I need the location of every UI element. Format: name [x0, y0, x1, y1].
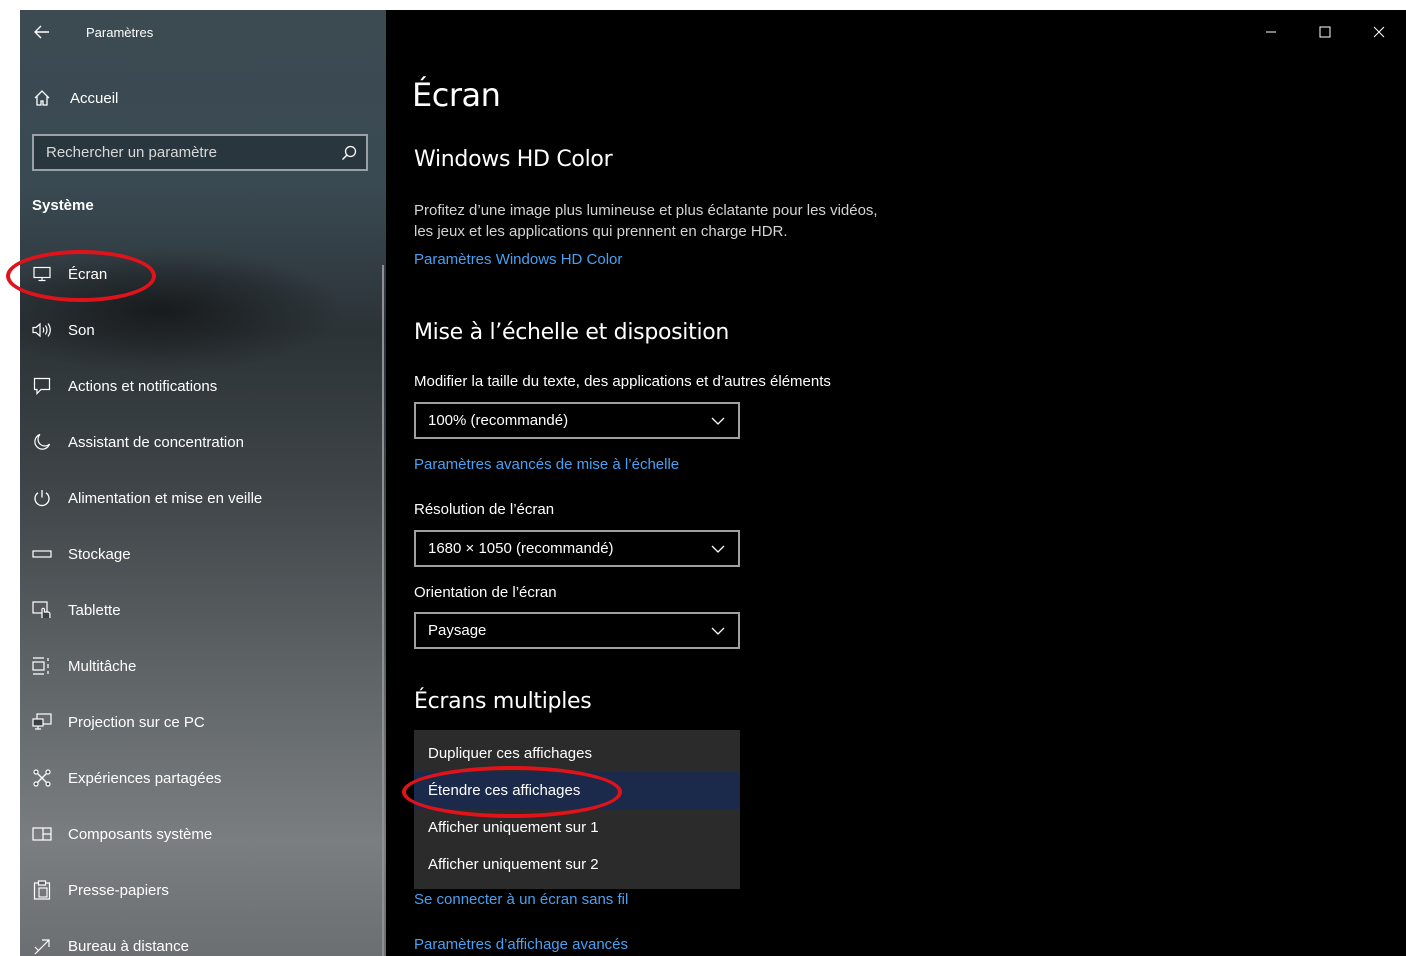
section-heading-scale: Mise à l’échelle et disposition — [414, 320, 730, 345]
sidebar-item-home[interactable]: Accueil — [20, 78, 386, 118]
window-controls — [1244, 10, 1406, 54]
chevron-down-icon — [710, 541, 726, 557]
sidebar-item-label: Expériences partagées — [68, 769, 222, 787]
orientation-dropdown-value: Paysage — [428, 622, 487, 639]
hd-color-description-line: les jeux et les applications qui prennen… — [414, 223, 788, 240]
main-content: Écran Windows HD Color Profitez d’une im… — [386, 10, 1406, 956]
speaker-icon — [20, 322, 64, 338]
projection-icon — [20, 713, 64, 731]
sidebar-item-sound[interactable]: Son — [20, 302, 386, 358]
moon-icon — [20, 433, 64, 451]
maximize-button[interactable] — [1298, 10, 1352, 54]
sidebar-item-clipboard[interactable]: Presse-papiers — [20, 862, 386, 918]
sidebar-item-label: Multitâche — [68, 657, 137, 675]
sidebar-scrollbar[interactable] — [382, 265, 384, 956]
maximize-icon — [1319, 26, 1331, 38]
chevron-down-icon — [710, 413, 726, 429]
minimize-button[interactable] — [1244, 10, 1298, 54]
close-icon — [1373, 26, 1385, 38]
arrow-left-icon — [34, 25, 49, 39]
storage-icon — [20, 549, 64, 559]
sidebar: Paramètres Accueil Système Écran — [20, 10, 386, 956]
multiple-displays-dropdown-list: Dupliquer ces affichages Étendre ces aff… — [414, 730, 740, 889]
hd-color-description-line: Profitez d’une image plus lumineuse et p… — [414, 202, 878, 219]
sidebar-item-notifications[interactable]: Actions et notifications — [20, 358, 386, 414]
page-title: Écran — [412, 76, 501, 114]
scale-dropdown-value: 100% (recommandé) — [428, 412, 569, 429]
resolution-dropdown-value: 1680 × 1050 (recommandé) — [428, 540, 614, 557]
sidebar-item-shared-experiences[interactable]: Expériences partagées — [20, 750, 386, 806]
section-heading-hd-color: Windows HD Color — [414, 147, 613, 172]
multitask-icon — [20, 657, 64, 675]
option-show-only-1[interactable]: Afficher uniquement sur 1 — [414, 809, 740, 846]
power-icon — [20, 489, 64, 507]
sidebar-item-label: Alimentation et mise en veille — [68, 489, 263, 507]
section-heading-multiple-displays: Écrans multiples — [414, 689, 592, 714]
scale-dropdown[interactable]: 100% (recommandé) — [414, 402, 740, 439]
tablet-icon — [20, 601, 64, 619]
sidebar-item-label: Presse-papiers — [68, 881, 169, 899]
app-title: Paramètres — [86, 24, 154, 40]
sidebar-item-remote-desktop[interactable]: Bureau à distance — [20, 918, 386, 956]
hd-color-settings-link[interactable]: Paramètres Windows HD Color — [414, 251, 622, 268]
monitor-icon — [20, 266, 64, 282]
nav-list: Écran Son Actions et notifications Assis… — [20, 246, 386, 956]
sidebar-item-label: Composants système — [68, 825, 213, 843]
sidebar-item-label: Bureau à distance — [68, 937, 189, 955]
option-duplicate[interactable]: Dupliquer ces affichages — [414, 735, 740, 772]
home-icon — [20, 89, 64, 107]
sidebar-item-storage[interactable]: Stockage — [20, 526, 386, 582]
advanced-scaling-link[interactable]: Paramètres avancés de mise à l’échelle — [414, 456, 679, 473]
clipboard-icon — [20, 880, 64, 900]
sidebar-item-label: Écran — [68, 265, 108, 283]
sidebar-item-label: Projection sur ce PC — [68, 713, 205, 731]
remote-desktop-icon — [20, 937, 64, 955]
chevron-down-icon — [710, 623, 726, 639]
sidebar-item-multitasking[interactable]: Multitâche — [20, 638, 386, 694]
sidebar-item-power[interactable]: Alimentation et mise en veille — [20, 470, 386, 526]
search-icon[interactable] — [340, 144, 358, 162]
wireless-display-link[interactable]: Se connecter à un écran sans fil — [414, 891, 628, 908]
resolution-dropdown[interactable]: 1680 × 1050 (recommandé) — [414, 530, 740, 567]
hd-color-description: Profitez d’une image plus lumineuse et p… — [414, 200, 934, 242]
close-button[interactable] — [1352, 10, 1406, 54]
sidebar-item-focus-assist[interactable]: Assistant de concentration — [20, 414, 386, 470]
sidebar-item-projection[interactable]: Projection sur ce PC — [20, 694, 386, 750]
search-input[interactable] — [46, 144, 340, 161]
shared-experiences-icon — [20, 769, 64, 787]
sidebar-item-system-components[interactable]: Composants système — [20, 806, 386, 862]
back-button[interactable] — [20, 10, 64, 54]
section-label-system: Système — [32, 197, 94, 214]
sidebar-item-label: Son — [68, 321, 95, 339]
system-components-icon — [20, 826, 64, 842]
sidebar-item-label: Accueil — [70, 89, 119, 107]
title-bar: Paramètres — [20, 10, 386, 54]
settings-window: Paramètres Accueil Système Écran — [20, 10, 1406, 956]
advanced-display-settings-link[interactable]: Paramètres d’affichage avancés — [414, 936, 628, 953]
sidebar-item-label: Tablette — [68, 601, 121, 619]
resolution-label: Résolution de l’écran — [414, 501, 555, 518]
orientation-label: Orientation de l’écran — [414, 584, 557, 601]
size-label: Modifier la taille du texte, des applica… — [414, 373, 831, 390]
orientation-dropdown[interactable]: Paysage — [414, 612, 740, 649]
option-show-only-2[interactable]: Afficher uniquement sur 2 — [414, 846, 740, 883]
sidebar-item-label: Stockage — [68, 545, 131, 563]
minimize-icon — [1266, 31, 1276, 33]
search-box[interactable] — [32, 134, 368, 171]
sidebar-item-tablet[interactable]: Tablette — [20, 582, 386, 638]
sidebar-item-display[interactable]: Écran — [20, 246, 386, 302]
notification-icon — [20, 377, 64, 395]
sidebar-item-label: Actions et notifications — [68, 377, 218, 395]
sidebar-item-label: Assistant de concentration — [68, 433, 244, 451]
option-extend[interactable]: Étendre ces affichages — [414, 772, 740, 809]
